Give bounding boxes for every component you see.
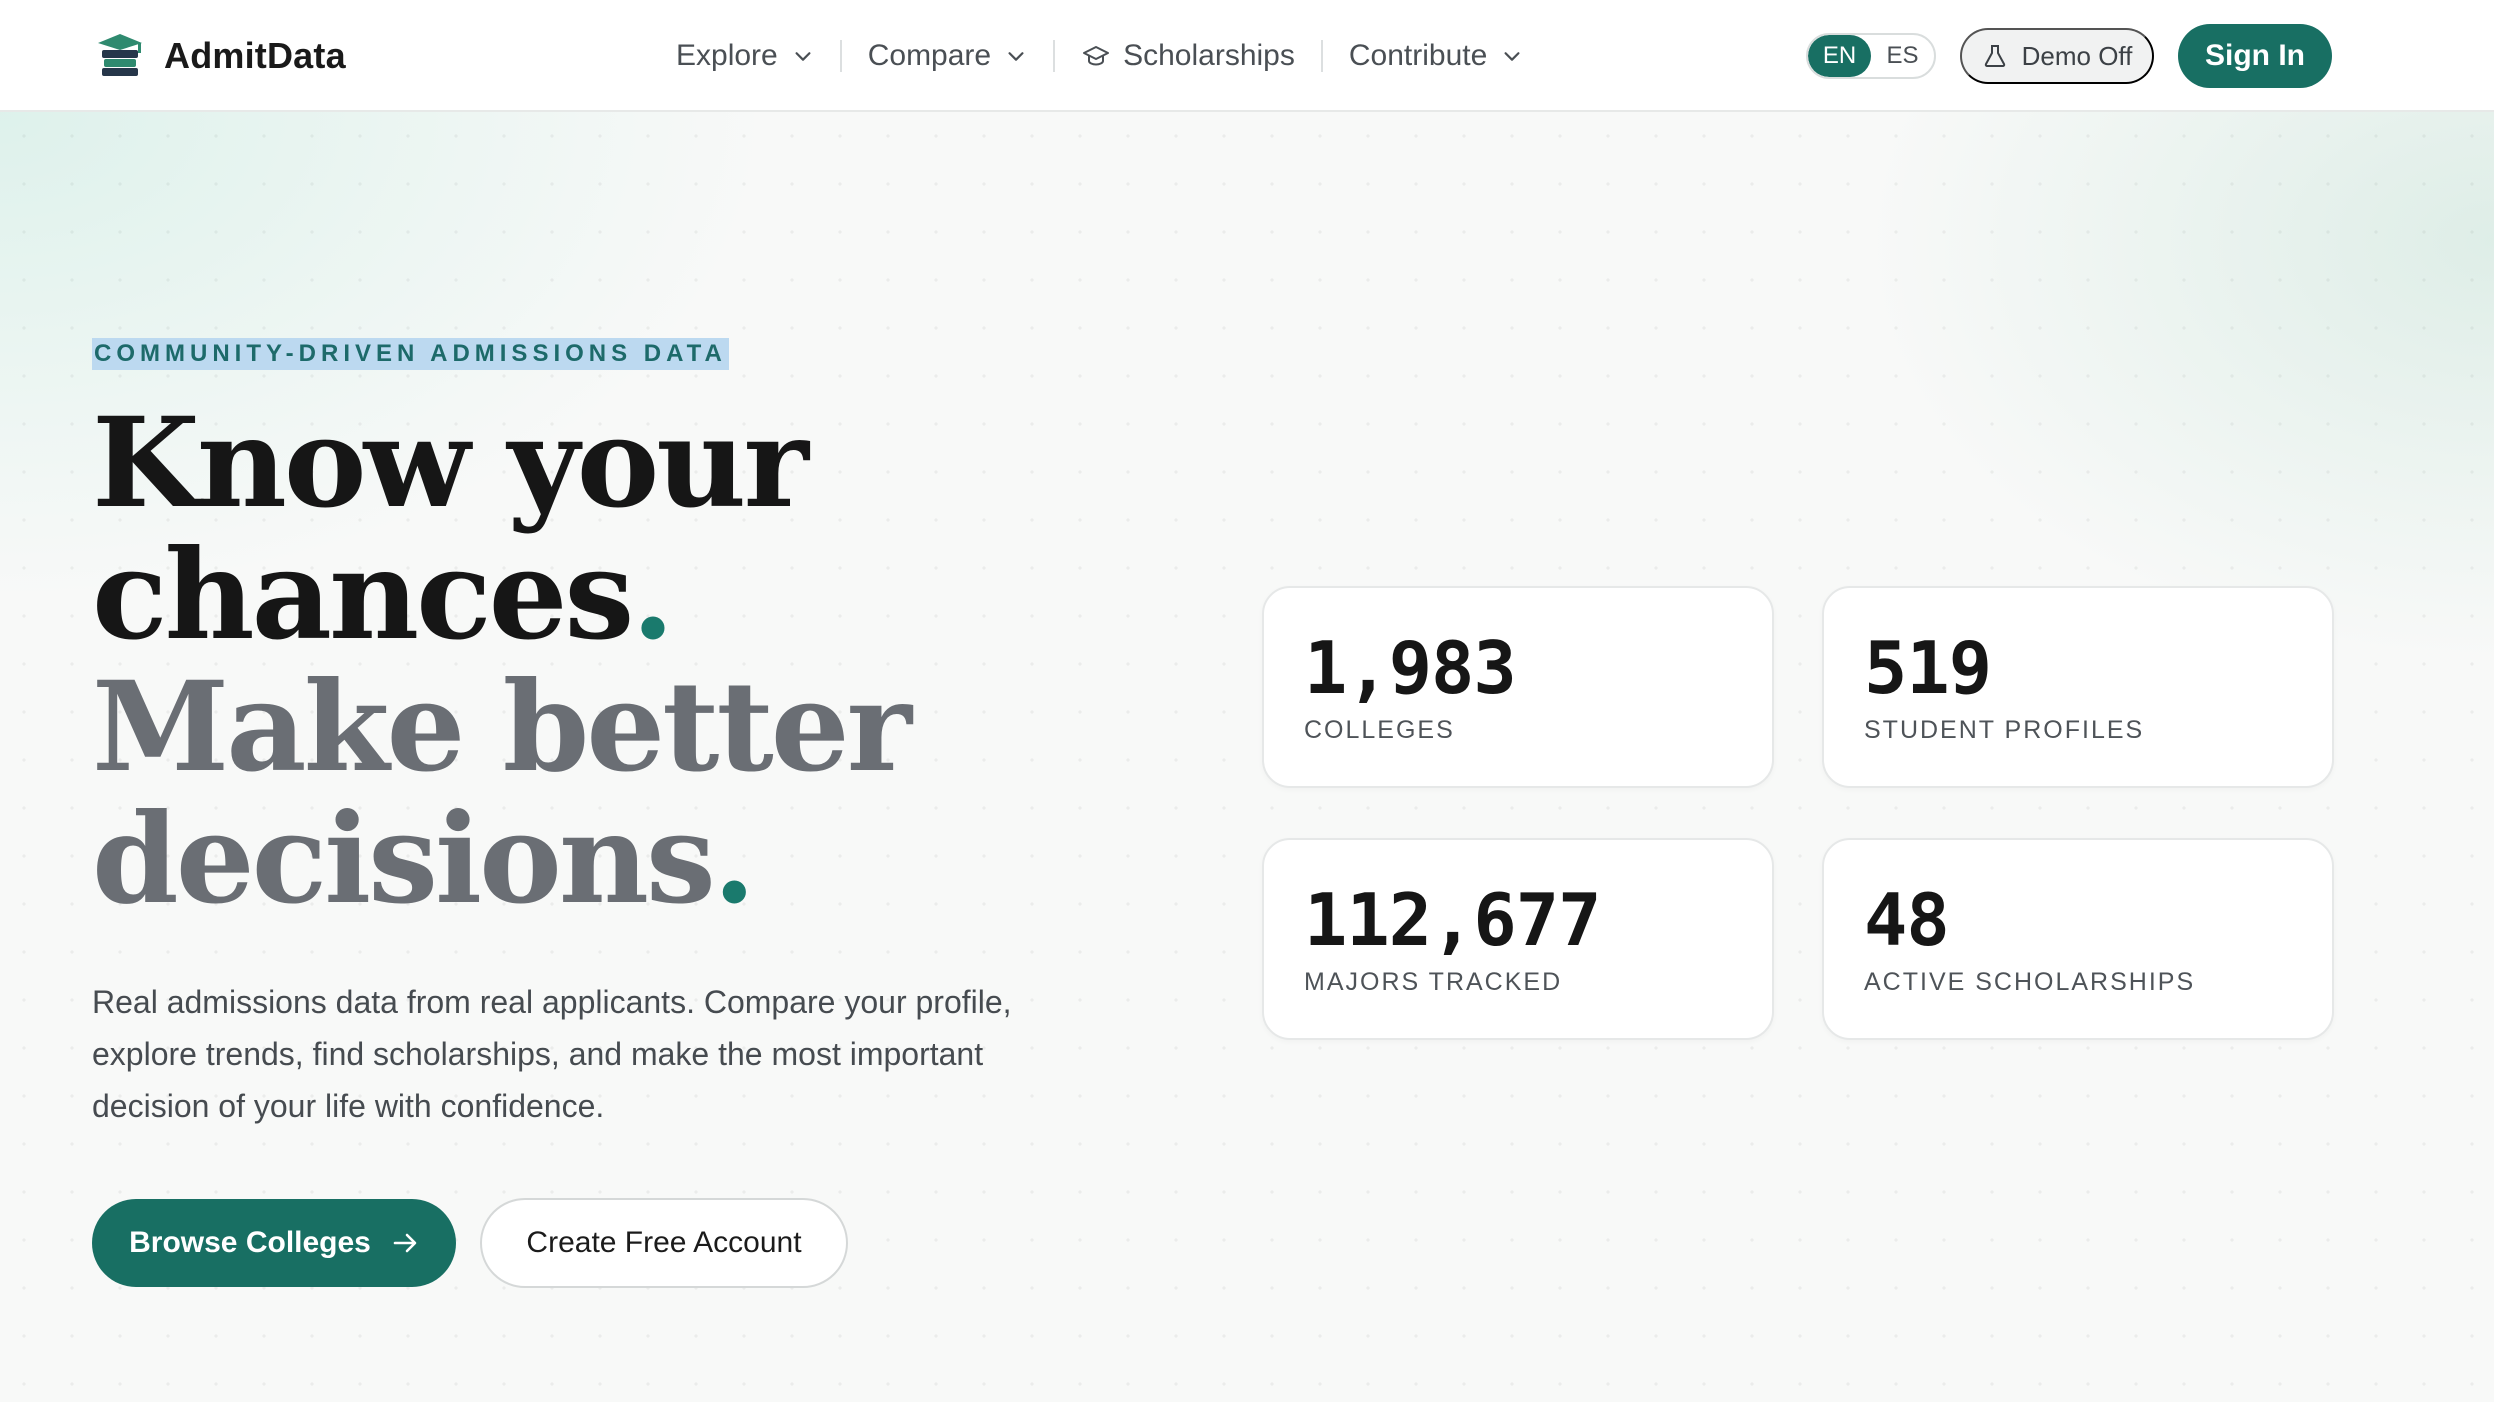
demo-mode-label: Demo Off (2021, 40, 2133, 71)
nav-scholarships-label: Scholarships (1123, 39, 1295, 72)
nav-explore-label: Explore (676, 39, 778, 72)
chevron-down-icon (795, 52, 811, 61)
chevron-down-icon (1504, 52, 1520, 61)
stat-card-majors-tracked: 112,677 MAJORS TRACKED (1262, 838, 1774, 1040)
nav-contribute[interactable]: Contribute (1323, 30, 1549, 82)
stat-card-active-scholarships: 48 ACTIVE SCHOLARSHIPS (1822, 838, 2334, 1040)
nav-contribute-label: Contribute (1348, 39, 1488, 72)
stat-label: STUDENT PROFILES (1864, 716, 2145, 744)
headline-accent-dot: . (712, 787, 756, 932)
stat-label: MAJORS TRACKED (1304, 968, 1563, 996)
chevron-down-icon (1008, 52, 1024, 61)
hero-eyebrow: COMMUNITY-DRIVEN ADMISSIONS DATA (92, 338, 729, 370)
nav-compare[interactable]: Compare (842, 30, 1053, 82)
graduation-cap-stack-icon (98, 34, 142, 76)
stat-label: ACTIVE SCHOLARSHIPS (1864, 968, 2196, 996)
nav-scholarships[interactable]: Scholarships (1055, 30, 1321, 82)
flask-icon (1984, 45, 2005, 67)
stat-value: 1,983 (1304, 626, 1517, 710)
language-en-button[interactable]: EN (1808, 35, 1871, 77)
headline-line-1: Know your (92, 391, 809, 536)
arrow-right-icon (393, 1233, 417, 1253)
headline-line-3: Make better (92, 655, 912, 800)
language-es-button[interactable]: ES (1871, 35, 1934, 77)
headline-line-4-text: decisions (92, 787, 716, 932)
browse-colleges-label: Browse Colleges (129, 1226, 371, 1259)
top-navbar: AdmitData Explore Compare Scholarships C… (0, 0, 2494, 112)
stat-card-colleges: 1,983 COLLEGES (1262, 586, 1774, 788)
main-menu: Explore Compare Scholarships Contribute (650, 30, 1549, 82)
create-account-button[interactable]: Create Free Account (480, 1198, 848, 1288)
headline-line-4: decisions. (92, 794, 1192, 926)
nav-compare-label: Compare (867, 39, 992, 72)
demo-mode-toggle[interactable]: Demo Off (1960, 28, 2154, 84)
stat-value: 112,677 (1304, 878, 1601, 962)
sign-in-button[interactable]: Sign In (2178, 24, 2332, 88)
stat-card-student-profiles: 519 STUDENT PROFILES (1822, 586, 2334, 788)
headline-line-2: chances. (92, 530, 1192, 662)
stat-label: COLLEGES (1304, 716, 1455, 744)
stat-value: 519 (1864, 626, 1992, 710)
browse-colleges-button[interactable]: Browse Colleges (92, 1199, 456, 1287)
headline-line-2-text: chances (92, 523, 634, 668)
brand-logo-link[interactable]: AdmitData (94, 28, 346, 84)
nav-explore[interactable]: Explore (650, 30, 840, 82)
language-toggle: EN ES (1806, 33, 1936, 79)
hero-headline: Know your chances. Make better decisions… (92, 398, 1192, 926)
graduation-cap-icon (1083, 46, 1110, 66)
brand-name: AdmitData (164, 35, 346, 76)
stat-value: 48 (1864, 878, 1950, 962)
hero-lead-text: Real admissions data from real applicant… (92, 984, 1012, 1124)
headline-accent-dot: . (631, 523, 674, 668)
